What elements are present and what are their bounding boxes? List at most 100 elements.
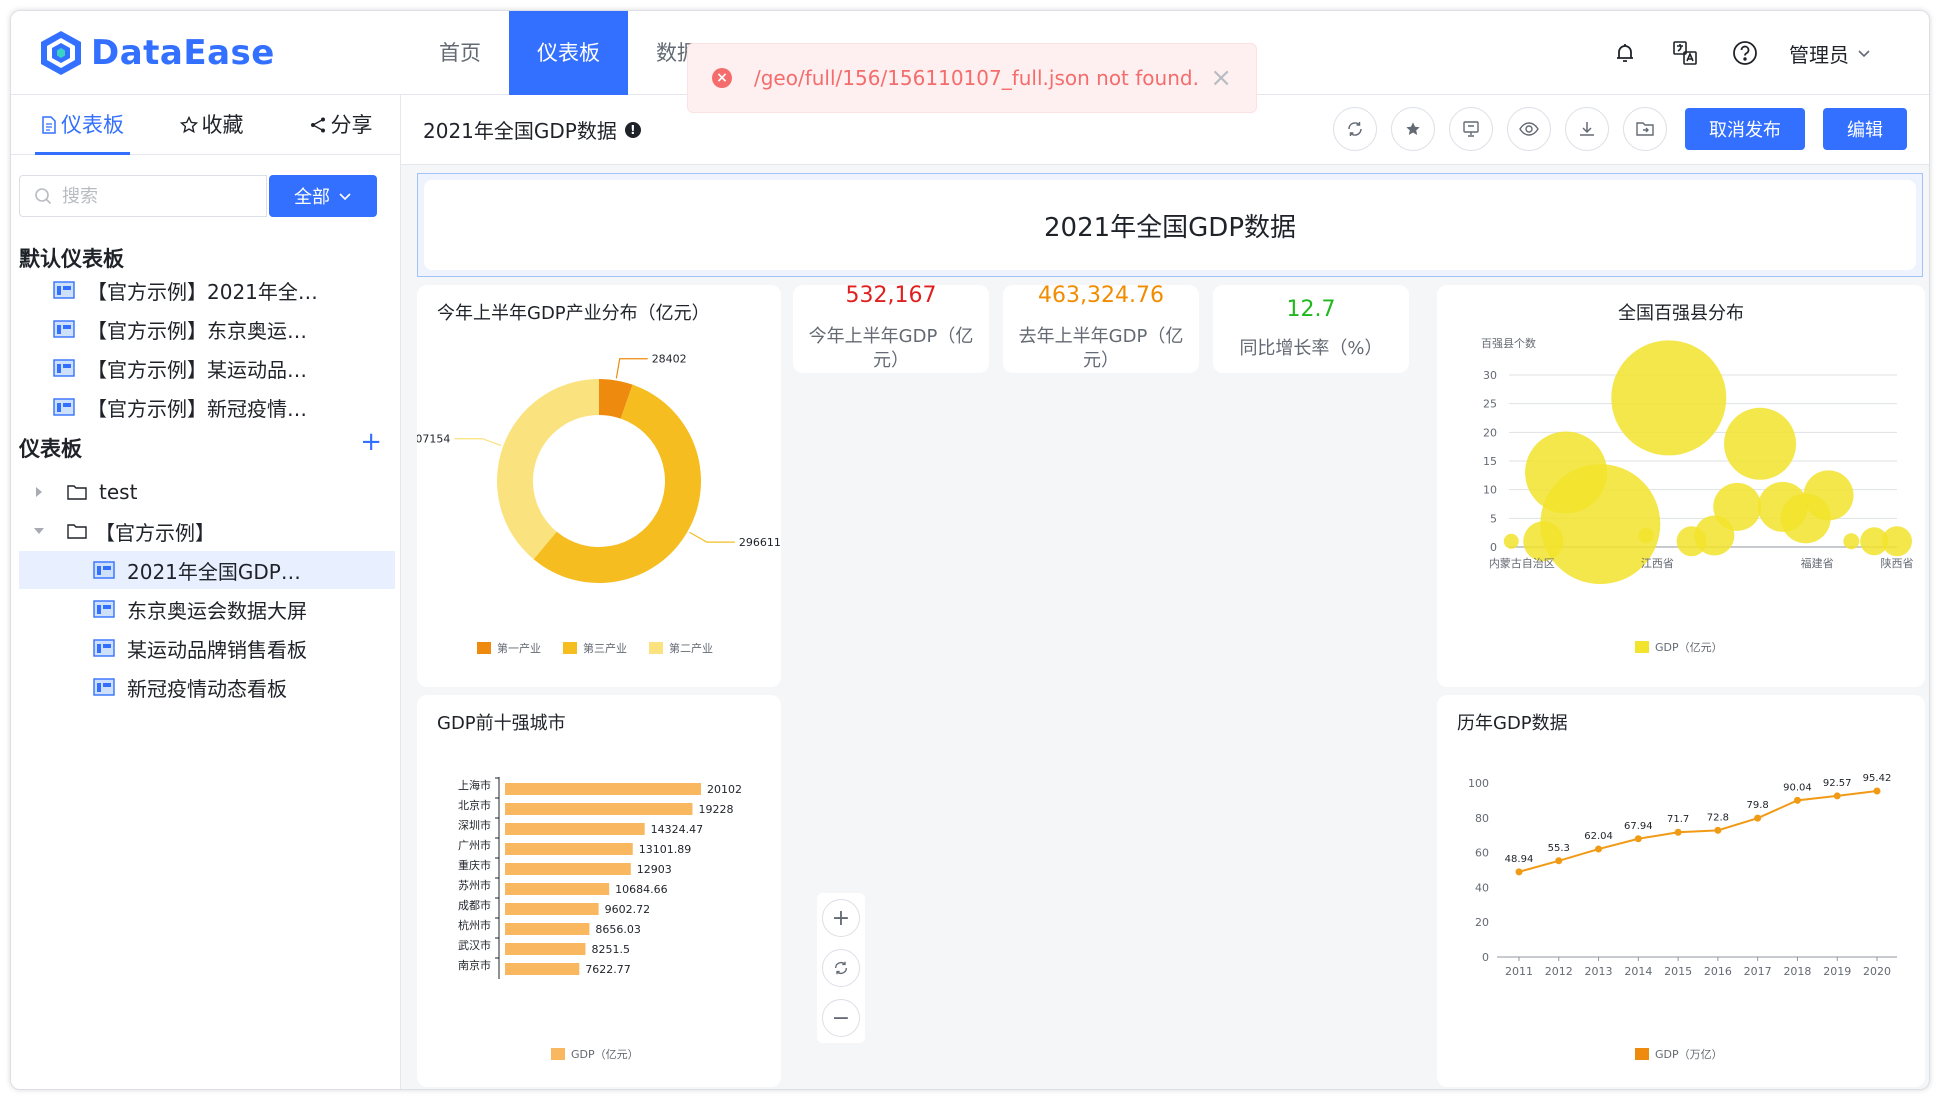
bar-data-label: 7622.77	[585, 963, 631, 976]
user-menu[interactable]: 管理员	[1789, 39, 1871, 68]
zoom-control: + −	[817, 893, 865, 1043]
star-icon[interactable]	[1391, 107, 1435, 151]
default-item-1[interactable]: 【官方示例】2021年全…	[19, 271, 395, 309]
refresh-icon[interactable]	[1333, 107, 1377, 151]
bar	[505, 923, 590, 935]
tab-share-label: 分享	[330, 112, 373, 137]
nav-item-home[interactable]: 首页	[411, 11, 509, 95]
title-component[interactable]: 2021年全国GDP数据	[417, 173, 1923, 277]
legend-swatch	[1635, 641, 1649, 653]
search-box[interactable]	[19, 175, 267, 217]
zoom-reset-button[interactable]	[822, 949, 860, 987]
zoom-out-button[interactable]: −	[822, 999, 860, 1037]
sub-item-olympics[interactable]: 东京奥运会数据大屏	[19, 590, 395, 628]
scatter-bubble	[1882, 526, 1912, 557]
logo[interactable]: DataEase	[37, 25, 275, 81]
sub-item-sales[interactable]: 某运动品牌销售看板	[19, 629, 395, 667]
line-chart-card[interactable]: 历年GDP数据 0 20 40 60 80 100 48.94 2011 55.3 2012 62.…	[1437, 695, 1925, 1087]
x-tick-label: 江西省	[1641, 557, 1674, 570]
folder-move-icon[interactable]	[1623, 107, 1667, 151]
scatter-bubble	[1611, 340, 1727, 456]
default-item-4[interactable]: 【官方示例】新冠疫情…	[19, 388, 395, 426]
scatter-bubble	[1843, 533, 1860, 550]
default-item-3[interactable]: 【官方示例】某运动品…	[19, 349, 395, 387]
unpublish-button[interactable]: 取消发布	[1685, 108, 1805, 150]
info-icon[interactable]: !	[624, 121, 641, 138]
download-icon[interactable]	[1565, 107, 1609, 151]
star-icon	[179, 115, 198, 133]
folder-label: test	[99, 480, 138, 504]
bar	[505, 823, 645, 835]
line-data-label: 72.8	[1707, 812, 1729, 823]
dashboard-title: 2021年全国GDP数据 !	[423, 115, 641, 144]
pie-label-line	[689, 531, 735, 543]
present-icon[interactable]	[1449, 107, 1493, 151]
logo-text: DataEase	[91, 33, 275, 73]
bell-icon[interactable]	[1609, 37, 1641, 69]
kpi-value: 12.7	[1286, 297, 1336, 322]
dashboard-canvas: 2021年全国GDP数据 今年上半年GDP产业分布（亿元） 28402 29661…	[411, 173, 1929, 1089]
legend-label: GDP（万亿）	[1655, 1048, 1723, 1061]
pie-data-label: 28402	[652, 353, 687, 366]
y-tick-label: 20	[1483, 426, 1497, 439]
chevron-down-icon	[339, 193, 351, 201]
legend-swatch	[477, 642, 491, 654]
kpi-card-this-year[interactable]: 532,167 今年上半年GDP（亿元）	[793, 283, 989, 373]
kpi-card-last-year[interactable]: 463,324.76 去年上半年GDP（亿元）	[1003, 283, 1199, 373]
line-point	[1714, 826, 1722, 834]
category-label: 上海市	[458, 778, 491, 792]
add-dashboard-button[interactable]: +	[360, 427, 382, 457]
pie-label-line	[615, 358, 648, 379]
tab-favorites[interactable]: 收藏	[152, 95, 271, 155]
folder-test[interactable]: test	[19, 473, 395, 511]
zoom-in-button[interactable]: +	[822, 899, 860, 937]
line-data-label: 90.04	[1783, 782, 1812, 793]
folder-official[interactable]: 【官方示例】	[19, 512, 395, 550]
series-line	[1518, 789, 1878, 873]
bar	[505, 903, 599, 915]
line-point	[1873, 787, 1881, 795]
default-item-label: 【官方示例】东京奥运…	[87, 318, 307, 343]
chevron-down-icon	[1858, 50, 1870, 58]
dashboard-icon	[53, 281, 75, 299]
bar-data-label: 13101.89	[639, 843, 692, 856]
line-point	[1595, 845, 1603, 853]
legend-swatch	[649, 642, 663, 654]
scatter-bubble	[1724, 407, 1797, 480]
user-name: 管理员	[1789, 42, 1849, 67]
translate-icon[interactable]	[1669, 37, 1701, 69]
tab-share[interactable]: 分享	[281, 95, 400, 155]
main-nav: 首页 仪表板 数据	[411, 11, 726, 95]
help-icon[interactable]	[1729, 37, 1761, 69]
dashboard-icon	[93, 561, 115, 579]
preview-icon[interactable]	[1507, 107, 1551, 151]
dashboard-icon	[53, 398, 75, 416]
kpi-card-growth[interactable]: 12.7 同比增长率（%）	[1213, 285, 1409, 373]
folder-label: 【官方示例】	[95, 520, 215, 545]
scatter-chart-card[interactable]: 全国百强县分布 百强县个数 0 5 10 15 20 25 30 内蒙古自治区 江西省 福建省 陕西省…	[1437, 285, 1925, 687]
y-tick-label: 0	[1490, 541, 1497, 554]
kpi-value: 463,324.76	[1038, 283, 1164, 308]
y-tick-label: 100	[1468, 777, 1489, 790]
edit-button[interactable]: 编辑	[1823, 108, 1907, 150]
header-actions: 管理员	[1609, 11, 1871, 95]
pie-chart-card[interactable]: 今年上半年GDP产业分布（亿元） 28402296611207154第一产业第三…	[417, 285, 781, 687]
dashboard-icon	[93, 639, 115, 657]
bar-chart-card[interactable]: GDP前十强城市 上海市 20102 北京市 19228 深圳市 14324.47 广州市 1…	[417, 695, 781, 1087]
sub-item-gdp[interactable]: 2021年全国GDP…	[19, 551, 395, 589]
y-tick-label: 25	[1483, 398, 1497, 411]
search-input[interactable]	[62, 185, 242, 207]
close-icon[interactable]: ×	[1210, 63, 1232, 93]
tab-dashboard[interactable]: 仪表板	[23, 95, 142, 155]
scatter-bubble	[1503, 533, 1519, 549]
dashboard-toolbar: 取消发布 编辑	[1333, 107, 1907, 151]
x-tick-label: 2012	[1545, 965, 1573, 978]
bar	[505, 863, 631, 875]
sub-item-covid[interactable]: 新冠疫情动态看板	[19, 668, 395, 706]
folder-icon	[67, 524, 87, 539]
default-item-2[interactable]: 【官方示例】东京奥运…	[19, 310, 395, 348]
nav-item-dashboard[interactable]: 仪表板	[509, 11, 628, 95]
filter-all-button[interactable]: 全部	[269, 175, 377, 217]
legend-swatch	[1635, 1048, 1649, 1060]
search-icon	[35, 188, 52, 205]
